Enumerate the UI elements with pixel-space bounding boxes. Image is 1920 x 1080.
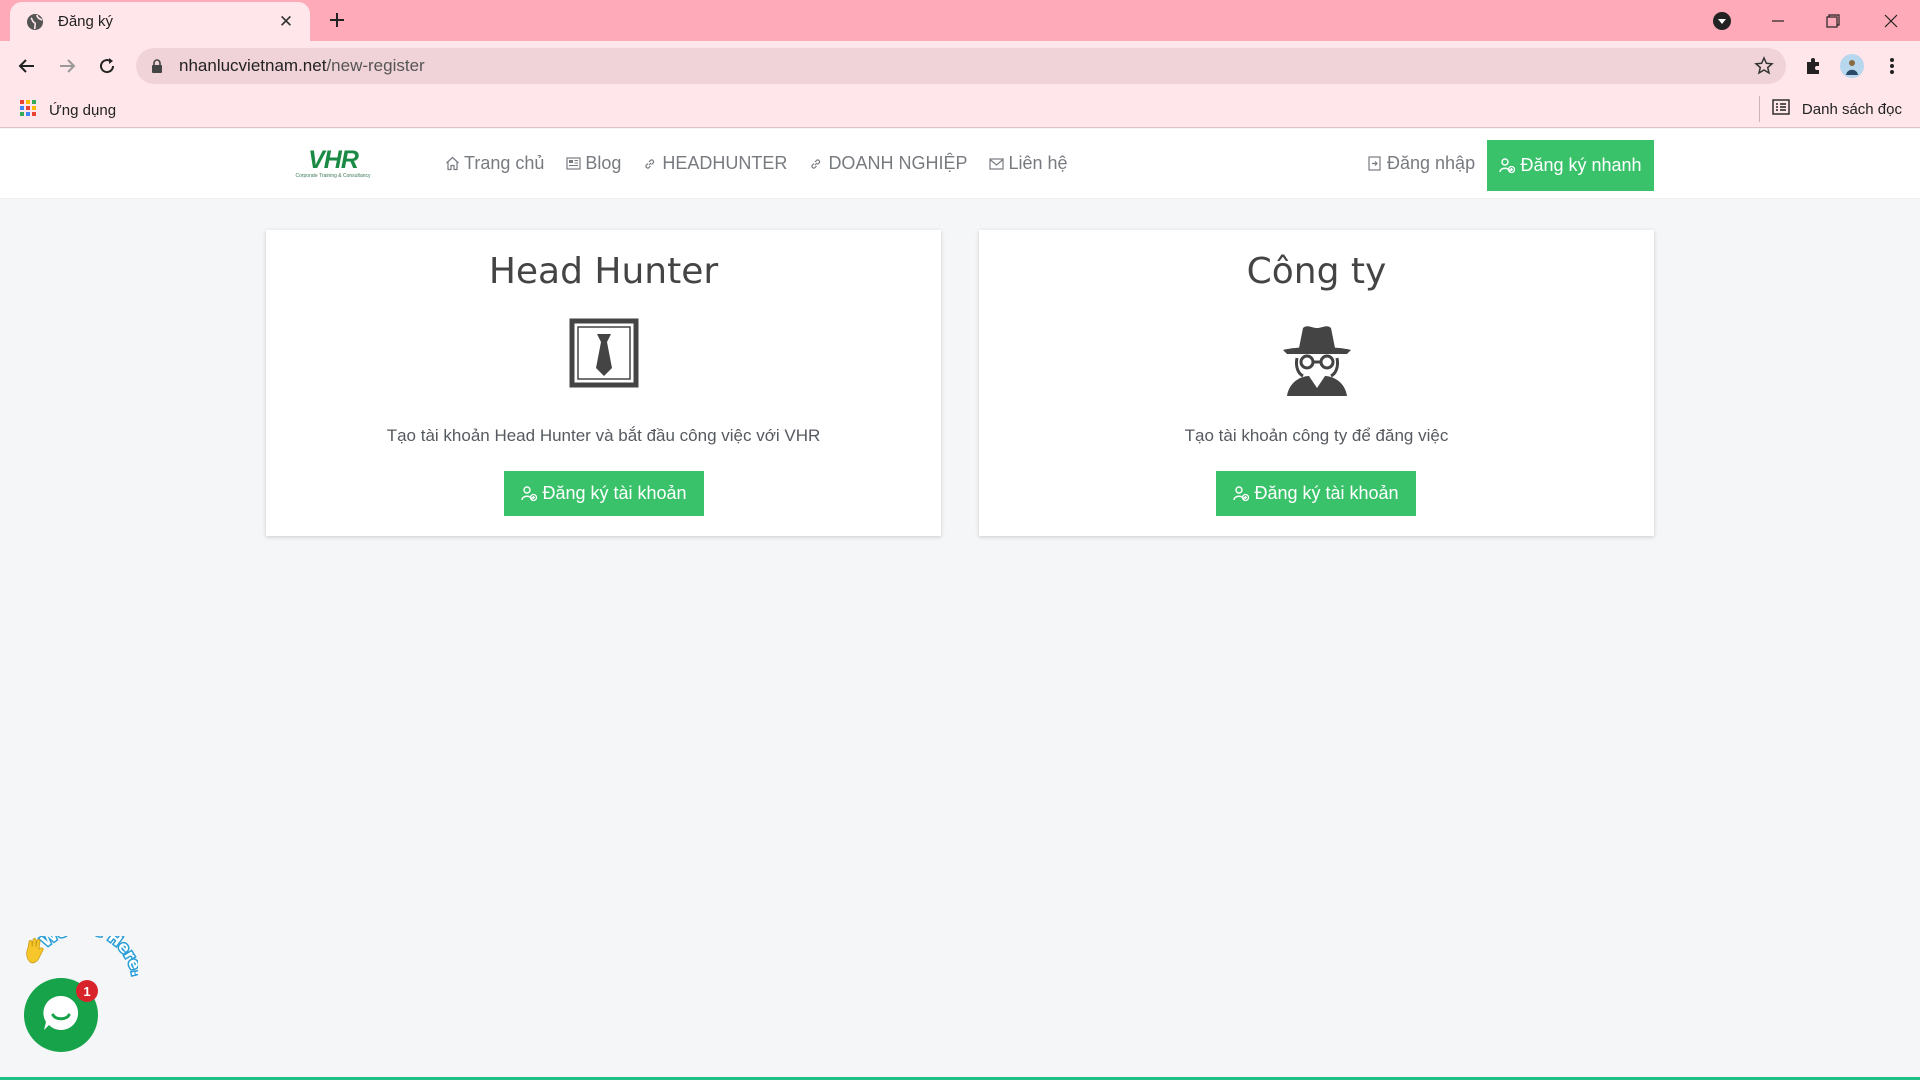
link-icon	[808, 156, 824, 172]
restore-icon[interactable]	[1810, 0, 1856, 41]
chat-notification-badge: 1	[76, 980, 98, 1002]
tab-title: Đăng ký	[58, 13, 114, 30]
reload-icon[interactable]	[93, 52, 121, 80]
logo-mark: VHR	[308, 146, 359, 174]
card-description: Tạo tài khoản Head Hunter và bắt đầu côn…	[386, 426, 821, 445]
user-add-icon	[1233, 485, 1250, 502]
menu-item-label: HEADHUNTER	[662, 153, 788, 173]
quick-register-button[interactable]: Đăng ký nhanh	[1487, 140, 1654, 191]
reading-list-button[interactable]: Danh sách đọc	[1772, 99, 1902, 120]
url-text: nhanlucvietnam.net/new-register	[179, 56, 425, 75]
user-add-icon	[1499, 157, 1516, 174]
register-company-button[interactable]: Đăng ký tài khoản	[1216, 471, 1416, 516]
browser-tab-strip: Đăng ký ✕	[0, 0, 1920, 41]
profile-avatar[interactable]	[1839, 53, 1865, 79]
menu-item-doanh-nghiep[interactable]: DOANH NGHIỆP	[808, 153, 967, 174]
menu-item-label: Blog	[585, 153, 622, 173]
tie-icon	[569, 318, 639, 398]
logo-tagline: Corporate Training & Consultancy	[295, 173, 371, 179]
waving-hand-icon	[24, 938, 46, 969]
site-header: VHR Corporate Training & Consultancy Tra…	[0, 129, 1920, 199]
address-bar[interactable]: nhanlucvietnam.net/new-register	[136, 48, 1786, 84]
menu-item-label: Trang chủ	[464, 153, 545, 173]
bookmarks-divider	[1759, 96, 1760, 122]
card-title: Công ty	[1246, 251, 1387, 292]
login-link[interactable]: Đăng nhập	[1366, 153, 1475, 174]
menu-item-label: Liên hệ	[1008, 153, 1068, 173]
minimize-icon[interactable]	[1755, 0, 1801, 41]
home-icon	[444, 156, 460, 172]
close-window-icon[interactable]	[1868, 0, 1914, 41]
card-description: Tạo tài khoản công ty để đăng việc	[1184, 426, 1449, 445]
card-icon-area	[979, 318, 1654, 398]
link-icon	[642, 156, 658, 172]
new-tab-button[interactable]	[325, 8, 349, 32]
menu-item-label: DOANH NGHIỆP	[828, 153, 968, 173]
menu-item-blog[interactable]: Blog	[565, 153, 621, 174]
card-icon-area	[266, 318, 941, 398]
company-card: Công ty Tạo tài khoản công ty để đăng vi…	[979, 230, 1654, 536]
site-logo[interactable]: VHR Corporate Training & Consultancy	[292, 147, 374, 181]
menu-item-headhunter[interactable]: HEADHUNTER	[642, 153, 787, 174]
apps-shortcut[interactable]: Ứng dụng	[19, 99, 116, 122]
button-label: Đăng ký tài khoản	[542, 483, 687, 503]
bookmark-star-icon[interactable]	[1754, 56, 1774, 76]
chat-bubble-icon	[41, 993, 81, 1038]
login-label: Đăng nhập	[1387, 153, 1476, 173]
card-title: Head Hunter	[488, 251, 719, 292]
bookmarks-bar: Ứng dụng Danh sách đọc	[0, 90, 1920, 128]
menu-item-contact[interactable]: Liên hệ	[988, 153, 1068, 174]
newspaper-icon	[565, 156, 581, 172]
chat-widget[interactable]: We Are Here! 1	[18, 936, 138, 1056]
main-menu: Trang chủ Blog HEADHUNTER DOANH NGHIỆP L…	[444, 153, 1089, 174]
tab-close-icon[interactable]: ✕	[276, 12, 296, 32]
menu-item-home[interactable]: Trang chủ	[444, 153, 544, 174]
extensions-puzzle-icon[interactable]	[1800, 53, 1826, 79]
reading-list-label: Danh sách đọc	[1801, 101, 1902, 118]
login-icon	[1366, 156, 1382, 172]
mail-icon	[988, 156, 1004, 172]
browser-toolbar: nhanlucvietnam.net/new-register	[0, 41, 1920, 90]
profile-menu-icon[interactable]	[1699, 0, 1745, 41]
globe-icon	[26, 13, 44, 31]
apps-label: Ứng dụng	[49, 102, 117, 119]
lock-icon	[150, 59, 164, 73]
more-menu-icon[interactable]	[1879, 53, 1905, 79]
headhunter-card: Head Hunter Tạo tài khoản Head Hunter và…	[266, 230, 941, 536]
reading-list-icon	[1772, 99, 1790, 120]
user-add-icon	[521, 485, 538, 502]
browser-tab[interactable]: Đăng ký ✕	[10, 2, 310, 41]
apps-grid-icon	[19, 99, 37, 122]
svg-text:We Are Here!: We Are Here!	[37, 936, 138, 978]
chat-caption-text: We Are Here!	[36, 936, 138, 980]
page-content: VHR Corporate Training & Consultancy Tra…	[0, 129, 1920, 1080]
quick-register-label: Đăng ký nhanh	[1520, 155, 1642, 175]
spy-icon	[1277, 318, 1357, 398]
button-label: Đăng ký tài khoản	[1254, 483, 1399, 503]
forward-icon[interactable]	[53, 52, 81, 80]
register-headhunter-button[interactable]: Đăng ký tài khoản	[504, 471, 704, 516]
back-icon[interactable]	[13, 52, 41, 80]
